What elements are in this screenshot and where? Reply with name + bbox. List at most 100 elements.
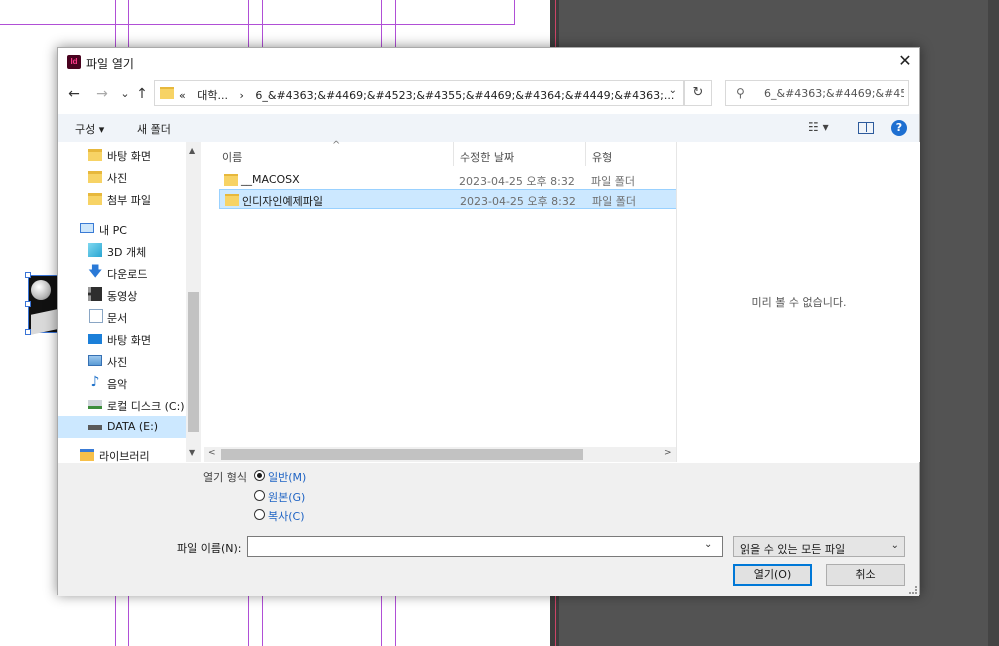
scrollbar-thumb[interactable] [221, 449, 583, 460]
sidebar-item-documents[interactable]: 문서 [58, 306, 186, 328]
chevron-down-icon[interactable]: ⌄ [891, 540, 899, 551]
music-icon: ♪ [90, 374, 100, 390]
file-type: 파일 폴더 [592, 195, 636, 208]
close-button[interactable]: ✕ [891, 48, 919, 76]
radio-selected-icon[interactable] [254, 470, 265, 481]
resize-grip-icon[interactable] [909, 586, 917, 594]
pictures-icon [88, 355, 102, 366]
scroll-up-icon[interactable]: ▲ [189, 146, 195, 155]
scrollbar-thumb[interactable] [188, 292, 199, 432]
radio-label[interactable]: 일반(M) [268, 469, 306, 485]
sidebar-item-label: DATA (E:) [107, 420, 159, 433]
scroll-left-icon[interactable]: < [208, 448, 216, 458]
sidebar-item-local-disk-c[interactable]: 로컬 디스크 (C:) [58, 394, 186, 416]
radio-unselected-icon[interactable] [254, 509, 265, 520]
organize-button[interactable]: 구성 ▾ [75, 121, 104, 137]
sidebar-item-desktop-quick[interactable]: 바탕 화면 [58, 144, 186, 166]
sidebar-item-pictures[interactable]: 사진 [58, 350, 186, 372]
document-icon [89, 309, 103, 323]
dialog-footer: 열기 형식 일반(M) 원본(G) 복사(C) 파일 이름(N): ⌄ 읽을 수… [58, 463, 919, 596]
desktop-icon [88, 334, 102, 344]
folder-icon [225, 194, 239, 206]
scroll-right-icon[interactable]: > [664, 448, 672, 458]
file-list: 이름 ^ 수정한 날짜 유형 __MACOSX 2023-04-25 오후 8:… [203, 140, 677, 462]
sidebar-item-desktop[interactable]: 바탕 화면 [58, 328, 186, 350]
download-icon: 🡇 [88, 264, 103, 280]
sidebar-item-label: 문서 [107, 312, 128, 325]
sidebar-item-downloads[interactable]: 🡇 다운로드 [58, 262, 186, 284]
column-header-name[interactable]: 이름 [222, 142, 242, 166]
radio-label[interactable]: 복사(C) [268, 508, 305, 524]
sidebar-item-music[interactable]: ♪ 음악 [58, 372, 186, 394]
column-divider[interactable] [453, 142, 454, 166]
sidebar-item-label: 로컬 디스크 (C:) [107, 400, 185, 413]
sidebar-item-data-e[interactable]: DATA (E:) [58, 416, 186, 438]
open-button[interactable]: 열기(O) [733, 564, 812, 586]
sidebar-item-label: 첨부 파일 [107, 194, 151, 207]
sidebar-item-photos-quick[interactable]: 사진 [58, 166, 186, 188]
placed-image[interactable] [28, 275, 58, 335]
breadcrumb-segment[interactable]: 6_&#4363;&#4469;&#4523;&#4355;&#4469;&#4… [255, 89, 674, 102]
file-name-field[interactable] [247, 536, 723, 557]
breadcrumb-segment[interactable]: 대학... [197, 89, 228, 102]
canvas-scrollbar[interactable] [988, 0, 999, 646]
forward-arrow-icon[interactable]: → [94, 86, 110, 102]
horizontal-scrollbar[interactable]: < > [204, 447, 677, 462]
breadcrumb-separator[interactable]: › [239, 89, 243, 102]
refresh-button[interactable]: ↻ [684, 80, 712, 106]
file-name: 인디자인예제파일 [242, 195, 323, 208]
folder-icon [88, 193, 102, 205]
sidebar-item-label: 바탕 화면 [107, 334, 151, 347]
sidebar-item-label: 음악 [107, 378, 128, 391]
address-bar[interactable]: « 대학... › 6_&#4363;&#4469;&#4523;&#4355;… [154, 80, 684, 106]
sidebar-item-label: 사진 [107, 172, 128, 185]
drive-icon [88, 425, 102, 430]
preview-pane: 미리 볼 수 없습니다. [676, 142, 920, 462]
table-row[interactable]: __MACOSX 2023-04-25 오후 8:32 파일 폴더 [219, 170, 677, 190]
indesign-app-icon: Id [67, 55, 81, 69]
file-name: __MACOSX [241, 173, 300, 186]
folder-icon [160, 87, 174, 99]
column-header-type[interactable]: 유형 [592, 142, 612, 166]
new-folder-button[interactable]: 새 폴더 [137, 121, 171, 137]
file-type-filter[interactable]: 읽을 수 있는 모든 파일 ⌄ [733, 536, 905, 557]
back-arrow-icon[interactable]: ← [66, 86, 82, 102]
recent-locations-chevron-icon[interactable]: ⌄ [117, 86, 133, 102]
sidebar-item-videos[interactable]: 동영상 [58, 284, 186, 306]
navigation-pane-scrollbar[interactable]: ▲ ▼ [186, 142, 201, 462]
sidebar-item-libraries[interactable]: 라이브러리 [58, 444, 186, 462]
table-row[interactable]: 인디자인예제파일 2023-04-25 오후 8:32 파일 폴더 [219, 189, 677, 209]
search-icon: ⚲ [736, 86, 745, 100]
file-type: 파일 폴더 [591, 175, 635, 188]
cancel-button[interactable]: 취소 [826, 564, 905, 586]
dialog-title: 파일 열기 [86, 57, 134, 71]
navigation-pane: 바탕 화면 사진 첨부 파일 내 PC 3D 개체 🡇 다운로드 동영상 문서 [58, 142, 201, 462]
local-disk-icon [88, 400, 102, 409]
sidebar-item-this-pc[interactable]: 내 PC [58, 218, 186, 240]
margin-guide [0, 24, 515, 25]
file-date: 2023-04-25 오후 8:32 [460, 195, 576, 208]
up-arrow-icon[interactable]: ↑ [134, 86, 150, 102]
sidebar-item-label: 라이브러리 [99, 450, 150, 462]
chevron-down-icon[interactable]: ⌄ [704, 539, 712, 550]
chevron-down-icon[interactable]: ⌄ [669, 85, 677, 96]
column-header-date[interactable]: 수정한 날짜 [460, 142, 514, 166]
sidebar-item-3d-objects[interactable]: 3D 개체 [58, 240, 186, 262]
scroll-down-icon[interactable]: ▼ [189, 448, 195, 457]
preview-pane-icon[interactable] [858, 122, 874, 134]
radio-label[interactable]: 원본(G) [268, 489, 305, 505]
help-icon[interactable]: ? [891, 120, 907, 136]
selection-handle[interactable] [25, 272, 31, 278]
title-bar[interactable]: Id 파일 열기 ✕ [58, 48, 919, 76]
breadcrumb[interactable]: « 대학... › 6_&#4363;&#4469;&#4523;&#4355;… [179, 87, 682, 103]
column-divider[interactable] [585, 142, 586, 166]
selection-handle[interactable] [25, 301, 31, 307]
open-as-label: 열기 형식 [203, 471, 247, 484]
sidebar-item-attachments[interactable]: 첨부 파일 [58, 188, 186, 210]
search-input[interactable]: ⚲ 6_&#4363;&#4469;&#452... [725, 80, 909, 106]
change-view-icon[interactable]: ☷ ▾ [808, 120, 829, 134]
video-icon [88, 287, 102, 301]
breadcrumb-overflow[interactable]: « [179, 89, 186, 102]
radio-unselected-icon[interactable] [254, 490, 265, 501]
selection-handle[interactable] [25, 329, 31, 335]
